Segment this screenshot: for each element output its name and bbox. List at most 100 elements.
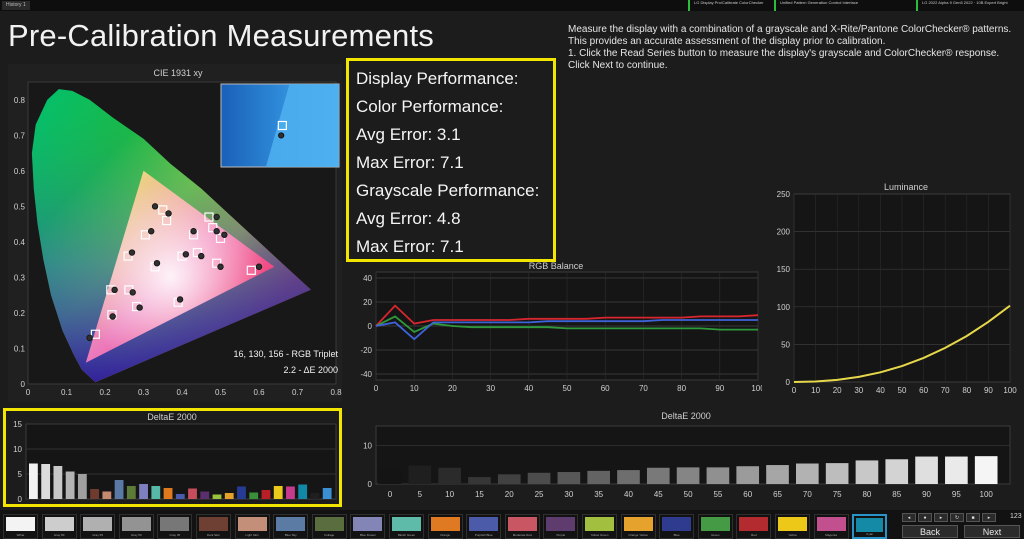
delta-e-bar — [163, 488, 173, 499]
luminance-x-tick: 30 — [854, 386, 863, 395]
swatch-color — [700, 517, 730, 531]
loop-icon[interactable]: ↻ — [950, 513, 964, 522]
swatch-dark-skin[interactable]: Dark Skin — [196, 514, 231, 539]
delta-e-bar — [29, 463, 38, 499]
grayscale-x-tick: 60 — [743, 490, 752, 499]
cie-y-tick: 0.4 — [14, 238, 26, 247]
grayscale-x-tick: 5 — [418, 490, 423, 499]
grayscale-x-tick: 35 — [594, 490, 603, 499]
swatch-magenta[interactable]: Magenta — [813, 514, 849, 539]
history-tab[interactable]: History 1 — [2, 1, 30, 10]
first-icon[interactable]: ◂ — [902, 513, 916, 522]
cie-inset — [220, 83, 340, 168]
swatch-purplish-blue[interactable]: Purplish Blue — [466, 514, 502, 539]
delta-e-bar — [200, 491, 210, 499]
swatch-gray-50[interactable]: Gray 50 — [118, 514, 154, 539]
grayscale-x-tick: 40 — [624, 490, 633, 499]
grayscale-x-tick: 45 — [654, 490, 663, 499]
back-button[interactable]: Back — [902, 525, 958, 538]
swatch-blue-flower[interactable]: Blue Flower — [350, 514, 386, 539]
delta-e-bar — [298, 484, 308, 499]
grayscale-delta-e-bar — [408, 465, 432, 484]
swatch-label: Light Skin — [245, 533, 259, 537]
swatch-blue[interactable]: Blue — [659, 514, 695, 539]
rgb-y-tick: -40 — [360, 370, 372, 379]
measured-point-marker — [190, 228, 197, 235]
delta-e-bar — [273, 486, 283, 499]
play-icon[interactable]: ▸ — [934, 513, 948, 522]
luminance-x-tick: 70 — [941, 386, 950, 395]
swatch-green[interactable]: Green — [697, 514, 733, 539]
color-delta-e-y-tick: 10 — [13, 445, 22, 454]
swatch-purple[interactable]: Purple — [543, 514, 579, 539]
grayscale-delta-e-y-tick: 0 — [368, 480, 373, 489]
grayscale-x-tick: 80 — [862, 490, 871, 499]
grayscale-delta-e-bar — [945, 456, 968, 484]
swatch-color — [353, 517, 383, 531]
gray-max-error: Max Error: 7.1 — [356, 237, 464, 256]
measured-point-marker — [109, 313, 116, 320]
swatch-red[interactable]: Red — [736, 514, 772, 539]
cie-y-tick: 0.6 — [14, 167, 26, 176]
grayscale-x-tick: 0 — [388, 490, 393, 499]
rgb-x-tick: 90 — [715, 384, 724, 393]
swatch-gray-65[interactable]: Gray 65 — [80, 514, 116, 539]
record-icon[interactable]: ● — [918, 513, 932, 522]
swatch-cyan[interactable]: Cyan — [852, 514, 888, 539]
swatch-light-skin[interactable]: Light Skin — [234, 514, 270, 539]
grayscale-delta-e-bar — [825, 463, 849, 484]
swatch-color — [507, 517, 537, 531]
swatch-label: Blue — [673, 533, 680, 537]
grayscale-delta-e-bar — [617, 470, 640, 484]
swatch-bluish-green[interactable]: Bluish Green — [389, 514, 424, 539]
grayscale-x-tick: 55 — [713, 490, 722, 499]
swatch-gray-35[interactable]: Gray 35 — [157, 514, 193, 539]
swatch-white[interactable]: White — [3, 514, 38, 539]
delta-e-bar — [102, 491, 112, 499]
color-delta-e-chart: DeltaE 2000 0 5 10 15 — [13, 412, 337, 504]
swatch-label: Cyan — [866, 532, 874, 536]
swatch-orange-yellow[interactable]: Orange Yellow — [620, 514, 656, 539]
swatch-foliage[interactable]: Foliage — [311, 514, 347, 539]
swatch-label: White — [16, 533, 25, 537]
rgb-y-tick: 0 — [368, 322, 373, 331]
cie-y-tick: 0.3 — [14, 273, 26, 282]
grayscale-delta-e-bar — [974, 456, 998, 484]
display-status[interactable]: LG 2022 Alpha 9 Gen5 2022 · 10B Expert B… — [916, 0, 1016, 11]
swatch-yellow[interactable]: Yellow — [775, 514, 810, 539]
patch-swatch-bar: White Gray 80 Gray 65 Gray 50 Gray 35 Dark Sk… — [0, 510, 1024, 539]
measured-point-marker — [213, 228, 220, 235]
swatch-orange[interactable]: Orange — [427, 514, 463, 539]
instruction-line: 1. Click the Read Series button to measu… — [568, 48, 1000, 59]
swatch-color — [856, 518, 884, 532]
next-button[interactable]: Next — [964, 525, 1020, 538]
swatch-moderate-red[interactable]: Moderate Red — [504, 514, 540, 539]
delta-e-bar — [322, 488, 332, 499]
grayscale-delta-e-bar — [557, 472, 581, 484]
swatch-color — [816, 517, 846, 531]
swatch-color — [276, 517, 306, 531]
cie-x-tick: 0.5 — [215, 388, 227, 397]
swatch-label: Bluish Green — [397, 533, 416, 537]
cie-chart-panel: CIE 1931 xy 0 0.1 0.2 0.3 0.4 0.5 0.6 0.7 0.8 0 0.… — [8, 64, 342, 402]
last-icon[interactable]: ▸ — [982, 513, 996, 522]
cie-y-tick: 0.5 — [14, 202, 26, 211]
swatch-label: Gray 65 — [92, 533, 104, 537]
stop-icon[interactable]: ■ — [966, 513, 980, 522]
pattern-generator-status[interactable]: Unified Pattern Generation Control Inter… — [774, 0, 912, 11]
grayscale-delta-e-bar — [796, 463, 819, 484]
swatch-gray-80[interactable]: Gray 80 — [41, 514, 77, 539]
swatch-color — [739, 517, 769, 531]
meter-status[interactable]: LG Display Pro/Calibrate ColorChecker Di… — [688, 0, 764, 11]
measured-point-marker — [217, 263, 224, 270]
luminance-y-tick: 200 — [777, 228, 791, 237]
instructions: Measure the display with a combination o… — [568, 24, 1018, 72]
swatch-color — [199, 517, 228, 531]
grayscale-delta-e-bar — [706, 467, 730, 484]
rgb-balance-title: RGB Balance — [529, 262, 584, 271]
swatch-yellow-green[interactable]: Yellow Green — [582, 514, 617, 539]
delta-e-bar — [212, 494, 222, 499]
swatch-blue-sky[interactable]: Blue Sky — [273, 514, 309, 539]
grayscale-delta-e-bar — [646, 467, 670, 484]
swatch-color — [160, 517, 190, 531]
